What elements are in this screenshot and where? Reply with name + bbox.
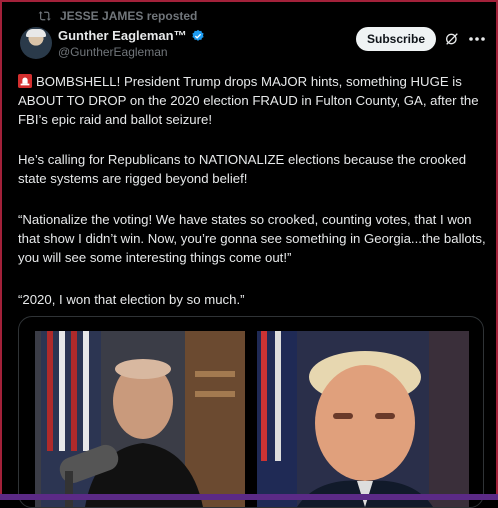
- author-handle[interactable]: @GuntherEagleman: [58, 45, 168, 59]
- siren-emoji-icon: [18, 74, 32, 88]
- repost-text: JESSE JAMES reposted: [60, 9, 198, 23]
- media-image-left[interactable]: [35, 331, 245, 507]
- avatar[interactable]: [20, 27, 52, 59]
- bottom-accent-bar: [0, 494, 498, 500]
- author-name[interactable]: Gunther Eagleman™: [58, 28, 187, 43]
- more-options-icon[interactable]: [468, 36, 486, 42]
- verified-badge-icon: [191, 29, 204, 41]
- repost-icon: [38, 11, 51, 21]
- repost-indicator[interactable]: JESSE JAMES reposted: [38, 9, 197, 23]
- media-attachment[interactable]: [18, 316, 484, 508]
- grok-icon[interactable]: [444, 31, 460, 47]
- author-name-row[interactable]: Gunther Eagleman™: [58, 28, 205, 43]
- man-with-microphone-photo: [35, 331, 245, 507]
- post-paragraph-4: “2020, I won that election by so much.”: [18, 292, 245, 307]
- post-paragraph-3: “Nationalize the voting! We have states …: [18, 212, 486, 265]
- portrait-photo: [257, 331, 469, 507]
- post-paragraph-2: He’s calling for Republicans to NATIONAL…: [18, 152, 467, 186]
- post-paragraph-1: BOMBSHELL! President Trump drops MAJOR h…: [18, 72, 488, 129]
- subscribe-button[interactable]: Subscribe: [356, 27, 436, 51]
- post-text-1: BOMBSHELL! President Trump drops MAJOR h…: [18, 74, 479, 127]
- media-image-right[interactable]: [257, 331, 469, 507]
